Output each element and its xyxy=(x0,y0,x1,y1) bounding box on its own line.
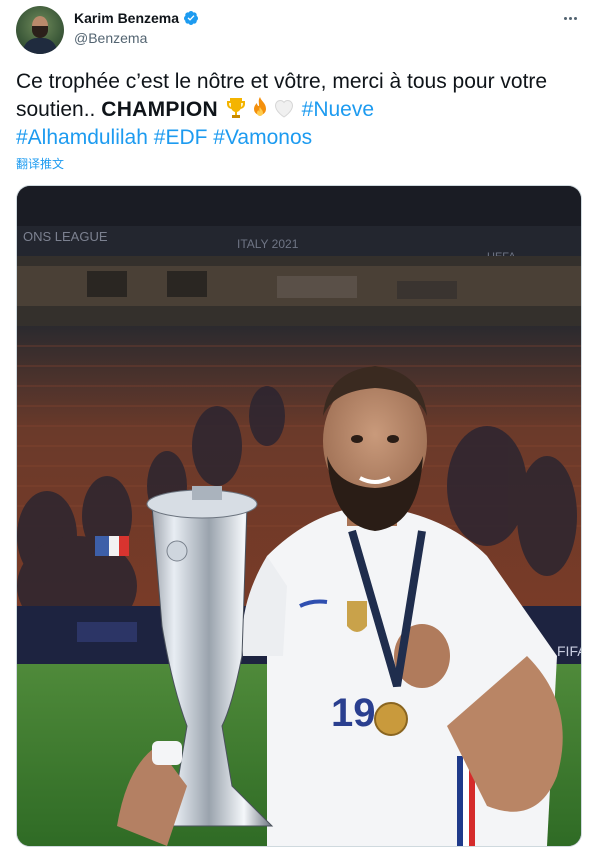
photo-scene: ONS LEAGUE ITALY 2021 UEFA xyxy=(17,186,581,846)
jersey-number: 19 xyxy=(331,691,376,735)
champion-text: CHAMPION xyxy=(101,98,218,121)
hashtag-edf[interactable]: #EDF xyxy=(154,126,208,149)
hashtag-alhamdulilah[interactable]: #Alhamdulilah xyxy=(16,126,148,149)
hashtag-vamonos[interactable]: #Vamonos xyxy=(213,126,312,149)
banner-center-text: ITALY 2021 xyxy=(237,237,299,251)
more-options-icon[interactable] xyxy=(560,10,580,26)
author-name[interactable]: Karim Benzema xyxy=(74,10,179,26)
trophy-emoji xyxy=(226,98,245,118)
verified-badge-icon xyxy=(184,11,199,25)
board-right-text: FIFA xyxy=(557,643,581,659)
tweet-text: Ce trophée c’est le nôtre et vôtre, merc… xyxy=(16,68,584,152)
translate-tweet-link[interactable]: 翻译推文 xyxy=(16,155,64,172)
tweet-photo[interactable]: ONS LEAGUE ITALY 2021 UEFA xyxy=(16,185,582,847)
author-handle[interactable]: @Benzema xyxy=(74,30,147,46)
white-heart-emoji xyxy=(274,99,293,118)
banner-left-text: ONS LEAGUE xyxy=(23,229,108,244)
fire-emoji xyxy=(253,97,266,116)
author-name-row[interactable]: Karim Benzema xyxy=(74,10,199,26)
tweet-header: Karim Benzema @Benzema xyxy=(16,6,584,56)
hashtag-nueve[interactable]: #Nueve xyxy=(302,98,374,121)
avatar[interactable] xyxy=(16,6,64,54)
